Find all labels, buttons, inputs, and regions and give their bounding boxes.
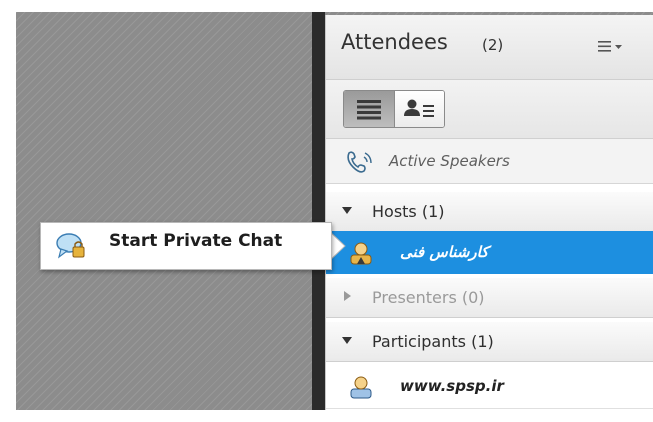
active-speakers-row: Active Speakers <box>326 139 653 184</box>
collapse-arrow-icon <box>342 207 352 214</box>
pod-header: Attendees (2) <box>326 15 653 80</box>
participants-label: Participants (1) <box>372 332 494 351</box>
participant-user-icon <box>350 376 372 399</box>
view-toggle <box>343 90 445 128</box>
active-speakers-label: Active Speakers <box>389 152 510 170</box>
presenters-section-header[interactable]: Presenters (0) <box>326 278 653 318</box>
pod-title: Attendees <box>341 30 448 54</box>
detail-view-button[interactable] <box>394 91 444 127</box>
collapse-arrow-icon <box>342 337 352 344</box>
context-menu-start-private-chat[interactable]: Start Private Chat <box>40 222 332 270</box>
attendee-count: (2) <box>482 36 504 54</box>
attendees-pod: Attendees (2) Active Speakers Hosts (1) … <box>325 15 653 410</box>
presenters-label: Presenters (0) <box>372 288 485 307</box>
participants-section-header[interactable]: Participants (1) <box>326 322 653 362</box>
private-chat-icon <box>56 233 85 259</box>
list-view-button[interactable] <box>344 91 394 127</box>
phone-speaking-icon <box>347 151 372 173</box>
list-menu-icon[interactable] <box>598 39 624 55</box>
host-user-icon <box>350 242 372 265</box>
participant-user-row[interactable]: www.spsp.ir <box>326 365 653 409</box>
view-toolbar <box>326 80 653 139</box>
host-user-row[interactable]: کارشناس فنی <box>326 231 653 274</box>
start-private-chat-label: Start Private Chat <box>109 231 283 251</box>
user-detail-view-icon <box>404 99 434 117</box>
participant-user-name: www.spsp.ir <box>400 377 504 395</box>
hosts-label: Hosts (1) <box>372 202 445 221</box>
expand-arrow-icon <box>344 291 351 301</box>
pod-divider <box>312 12 325 410</box>
hosts-section-header[interactable]: Hosts (1) <box>326 192 653 232</box>
list-view-icon <box>357 100 381 120</box>
host-user-name: کارشناس فنی <box>400 243 489 261</box>
